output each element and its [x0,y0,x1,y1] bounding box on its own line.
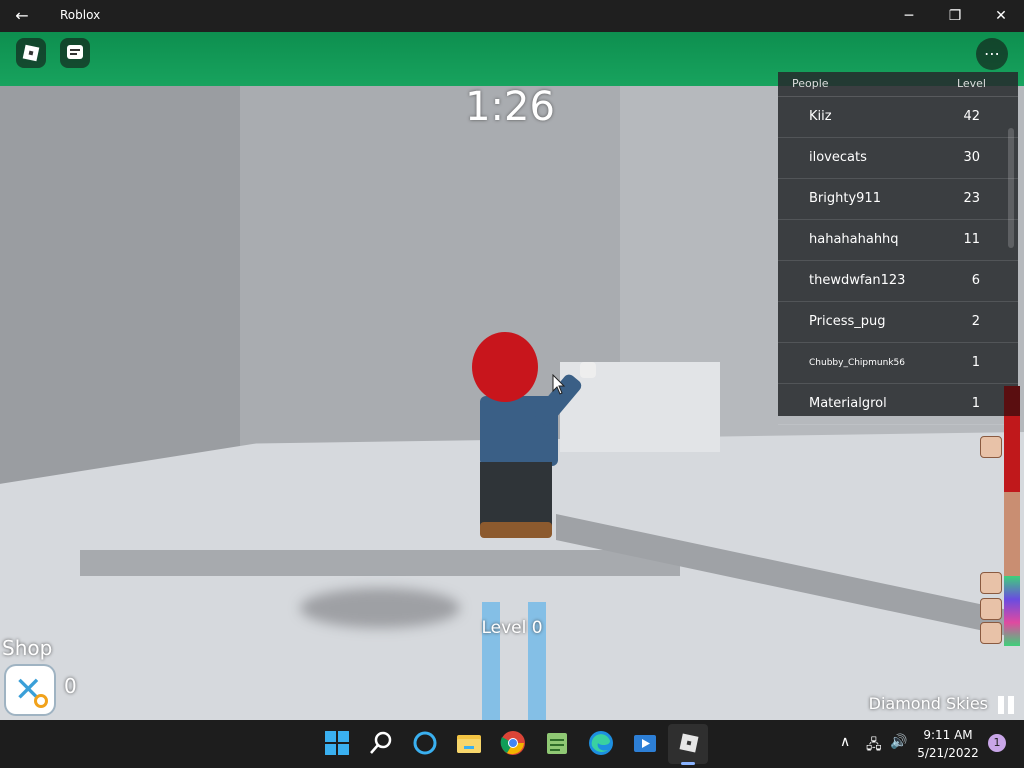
progress-segment-top [1004,386,1020,416]
leaderboard-row[interactable]: Materialgrol 1 [778,384,1018,425]
clock-time: 9:11 AM [923,728,973,742]
windows-taskbar: ∧ 🖧 🔊 9:11 AM 5/21/2022 1 [0,720,1024,768]
notification-badge[interactable]: 1 [988,734,1006,752]
roblox-logo-icon[interactable] [16,38,46,68]
windows-start-icon[interactable] [324,730,350,756]
leaderboard: People Level Kiiz 42 ilovecats 30 Brighty9… [778,72,1018,425]
avatar-shoes [480,522,552,538]
progress-segment-red [1004,416,1020,492]
level-header: Level [956,77,986,90]
round-timer: 1:26 [465,84,555,130]
player-level: 1 [971,355,980,370]
more-options-icon[interactable]: ⋯ [976,38,1008,70]
edge-icon[interactable] [588,730,614,756]
left-wall [0,86,240,516]
player-level: 6 [971,273,980,288]
player-name: Kiiz [809,109,832,124]
player-head-icon [980,572,1002,594]
chat-icon[interactable] [60,38,90,68]
maximize-button[interactable]: ❐ [932,0,978,32]
player-name: ilovecats [809,150,867,165]
system-clock[interactable]: 9:11 AM 5/21/2022 [916,726,980,762]
player-name: Pricess_pug [809,314,886,329]
cortana-icon[interactable] [412,730,438,756]
leaderboard-row[interactable]: Chubby_Chipmunk56 1 [778,343,1018,384]
current-level-label: Level 0 [481,618,543,638]
avatar-hand [580,362,596,378]
player-level: 23 [963,191,980,206]
leaderboard-row[interactable]: hahahahahhq 11 [778,220,1018,261]
mouse-cursor-icon [552,374,566,395]
movies-tv-icon[interactable] [632,730,658,756]
leaderboard-row[interactable]: thewdwfan123 6 [778,261,1018,302]
window-titlebar: ← Roblox ─ ❐ ✕ [0,0,1024,32]
leaderboard-row[interactable]: Pricess_pug 2 [778,302,1018,343]
shop-label: Shop [2,636,53,660]
minimize-button[interactable]: ─ [886,0,932,32]
roblox-icon[interactable] [676,730,702,756]
map-name: Diamond Skies [868,694,988,713]
player-name: thewdwfan123 [809,273,906,288]
floor-ledge [80,550,680,576]
progress-segment-players [1004,576,1020,646]
player-level: 42 [963,109,980,124]
leaderboard-header: People Level [778,72,1018,97]
player-level: 1 [971,396,980,411]
back-arrow-icon[interactable]: ← [12,6,32,26]
avatar-legs [480,462,552,528]
level-progress-bar [1004,386,1020,646]
player-head-icon [980,436,1002,458]
search-icon[interactable] [368,730,394,756]
player-name: Materialgrol [809,396,887,411]
pause-icon[interactable] [998,696,1016,714]
volume-icon[interactable]: 🔊 [890,734,907,750]
people-header: People [792,77,829,90]
clock-date: 5/21/2022 [917,746,979,760]
close-button[interactable]: ✕ [978,0,1024,32]
leaderboard-scrollbar[interactable] [1008,128,1014,248]
notepad-icon[interactable] [544,730,570,756]
player-level: 30 [963,150,980,165]
player-name: Chubby_Chipmunk56 [809,358,905,368]
player-level: 11 [963,232,980,247]
tray-chevron-icon[interactable]: ∧ [840,734,850,750]
avatar-red-hat [472,332,538,402]
active-app-indicator [681,762,695,765]
player-head-icon [980,598,1002,620]
chrome-icon[interactable] [500,730,526,756]
window-title: Roblox [60,8,101,22]
player-level: 2 [971,314,980,329]
leaderboard-row[interactable]: Brighty911 23 [778,179,1018,220]
network-icon[interactable]: 🖧 [866,734,882,758]
player-name: hahahahahhq [809,232,899,247]
ground-shadow [300,588,460,628]
player-name: Brighty911 [809,191,881,206]
shop-count: 0 [64,674,77,698]
player-avatar [470,332,596,542]
leaderboard-row[interactable]: Kiiz 42 [778,97,1018,138]
leaderboard-row[interactable]: ilovecats 30 [778,138,1018,179]
shop-button[interactable]: ✕ [6,666,54,714]
game-viewport[interactable]: ⋯ 1:26 People Level Kiiz 42 ilovecats 30 B… [0,32,1024,720]
player-head-icon [980,622,1002,644]
file-explorer-icon[interactable] [456,730,482,756]
coin-icon [34,694,48,708]
